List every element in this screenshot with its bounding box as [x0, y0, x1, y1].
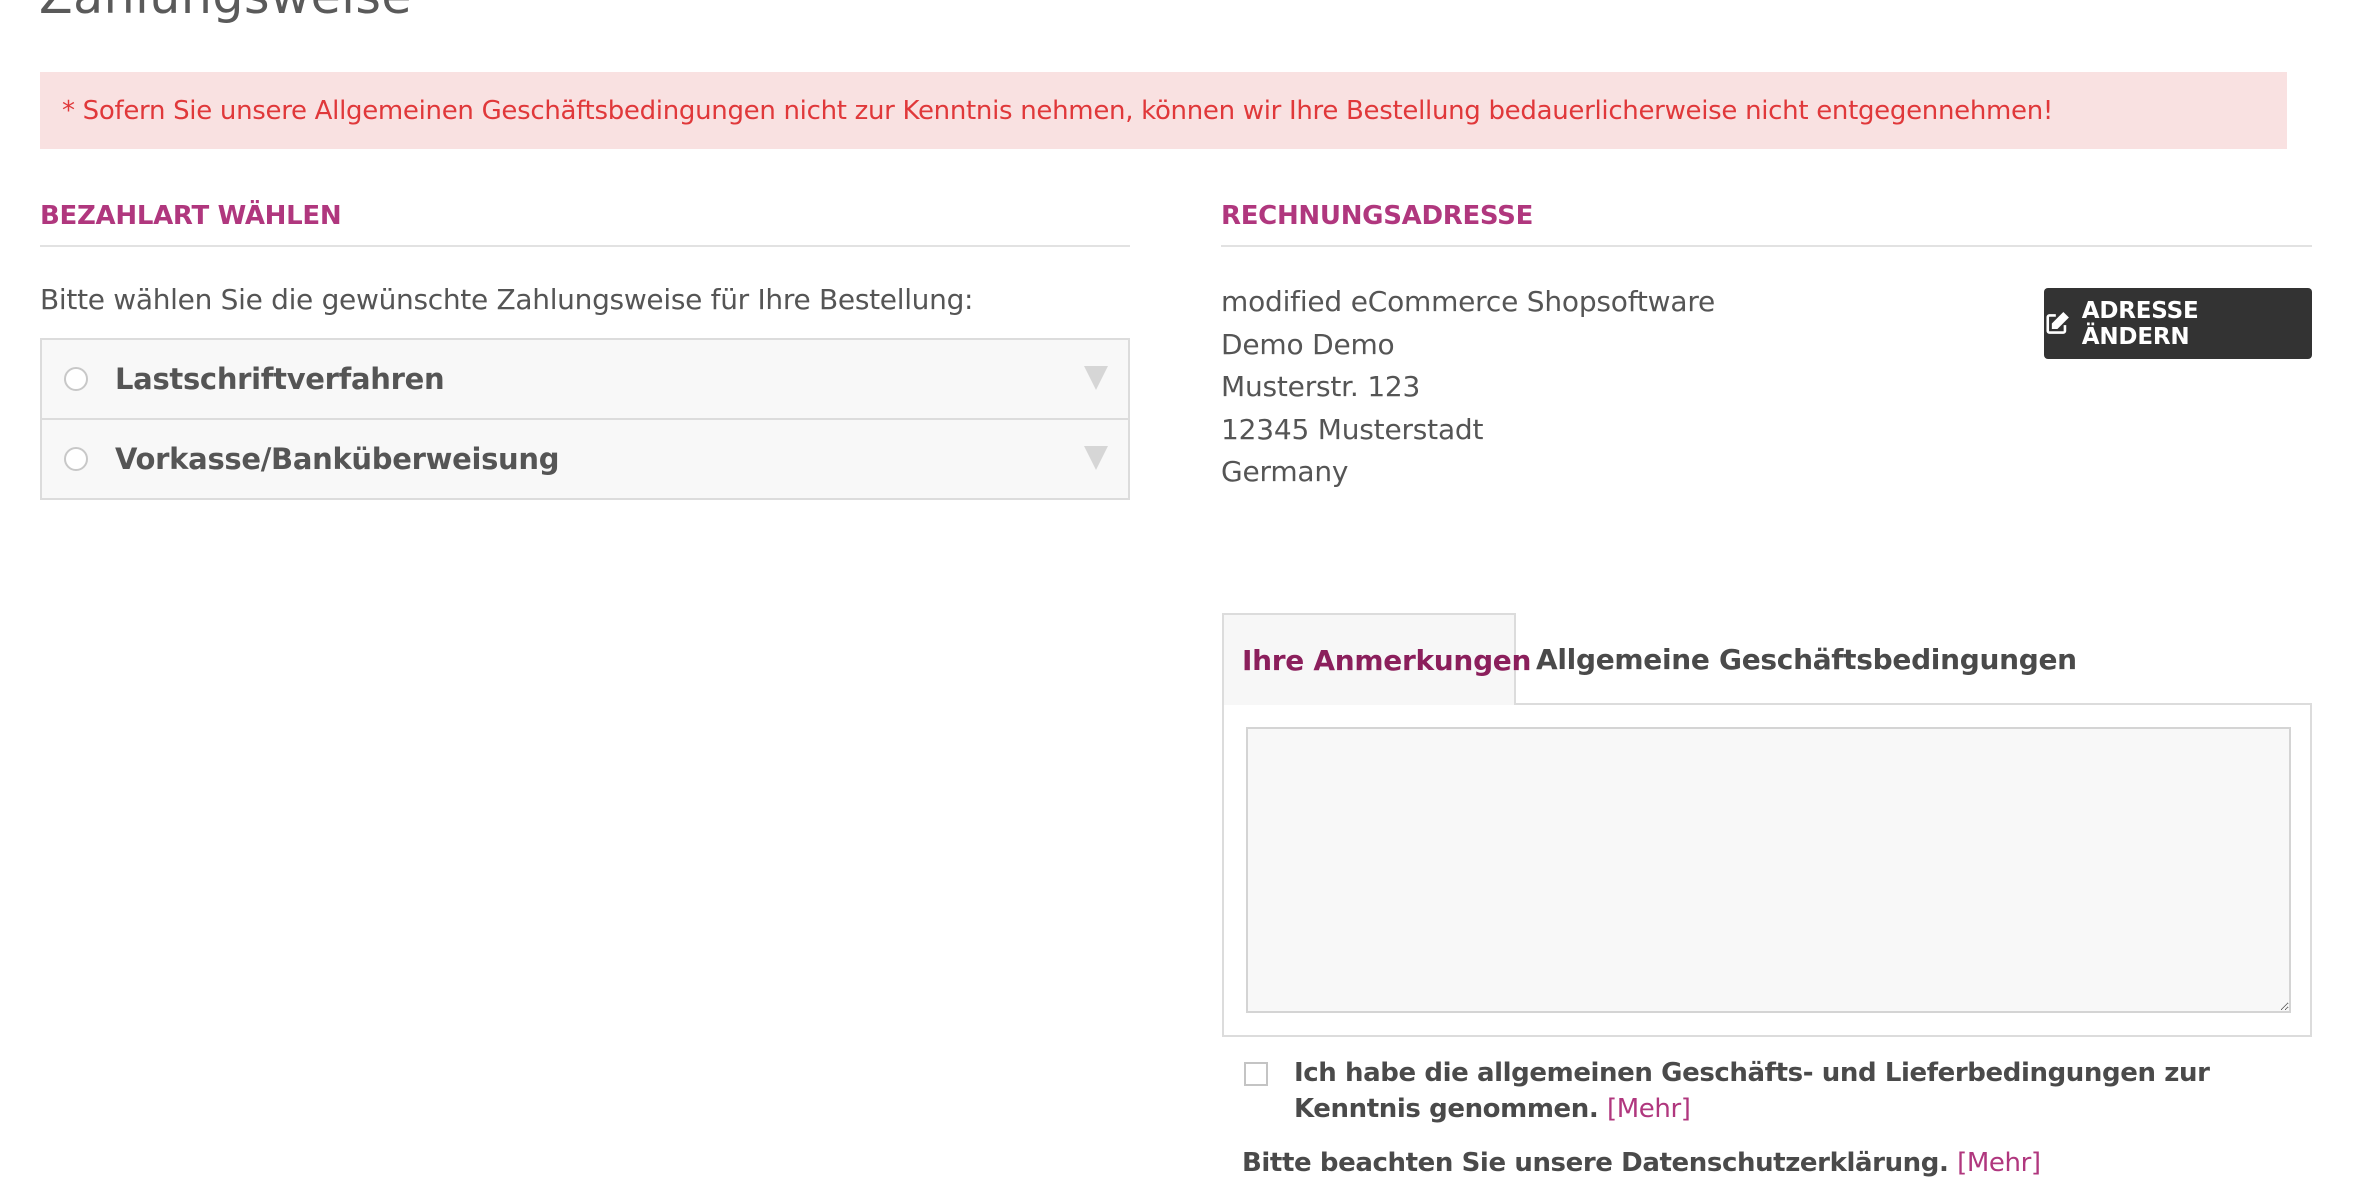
address-line-company: modified eCommerce Shopsoftware: [1221, 285, 1716, 318]
payment-options-list: Lastschriftverfahren Vorkasse/Banküberwe…: [40, 338, 1130, 500]
address-line-name: Demo Demo: [1221, 327, 1395, 361]
billing-section-heading: RECHNUNGSADRESSE: [1221, 201, 2312, 247]
privacy-more-link[interactable]: [Mehr]: [1957, 1148, 2041, 1178]
expand-triangle-icon[interactable]: [1084, 446, 1108, 470]
terms-checkbox[interactable]: [1244, 1062, 1268, 1086]
privacy-notice: Bitte beachten Sie unsere Datenschutzerk…: [1242, 1148, 2041, 1178]
payment-option-label: Vorkasse/Banküberweisung: [115, 442, 560, 476]
billing-address: modified eCommerce Shopsoftware Demo Dem…: [1221, 281, 1715, 494]
payment-radio-lastschrift[interactable]: [64, 367, 88, 391]
address-line-country: Germany: [1221, 455, 1349, 488]
tab-panel-comments: [1222, 703, 2312, 1037]
payment-option-lastschrift[interactable]: Lastschriftverfahren: [42, 340, 1128, 420]
edit-icon: [2046, 311, 2069, 334]
payment-intro-text: Bitte wählen Sie die gewünschte Zahlungs…: [40, 283, 974, 316]
privacy-text: Bitte beachten Sie unsere Datenschutzerk…: [1242, 1148, 1949, 1178]
order-tabs: Ihre Anmerkungen Allgemeine Geschäftsbed…: [1222, 613, 2312, 705]
terms-text: Ich habe die allgemeinen Geschäfts- und …: [1294, 1058, 2210, 1124]
terms-warning-alert: * Sofern Sie unsere Allgemeinen Geschäft…: [40, 72, 2287, 149]
address-line-city: 12345 Musterstadt: [1221, 412, 1484, 446]
change-address-label: ADRESSE ÄNDERN: [2081, 297, 2199, 350]
terms-label: Ich habe die allgemeinen Geschäfts- und …: [1294, 1055, 2244, 1127]
tab-comments[interactable]: Ihre Anmerkungen: [1222, 613, 1531, 705]
tab-terms[interactable]: Allgemeine Geschäftsbedingungen: [1536, 613, 2077, 705]
payment-radio-vorkasse[interactable]: [64, 447, 88, 471]
page-title: Zahlungsweise: [39, 0, 412, 25]
comments-textarea[interactable]: [1246, 727, 2291, 1013]
payment-section-heading: BEZAHLART WÄHLEN: [40, 201, 1130, 247]
change-address-button[interactable]: ADRESSE ÄNDERN: [2044, 288, 2312, 359]
address-line-street: Musterstr. 123: [1221, 370, 1421, 403]
terms-more-link[interactable]: [Mehr]: [1607, 1094, 1691, 1124]
alert-text: * Sofern Sie unsere Allgemeinen Geschäft…: [62, 95, 2054, 126]
payment-option-label: Lastschriftverfahren: [115, 362, 445, 396]
payment-option-vorkasse[interactable]: Vorkasse/Banküberweisung: [42, 420, 1128, 498]
expand-triangle-icon[interactable]: [1084, 366, 1108, 390]
